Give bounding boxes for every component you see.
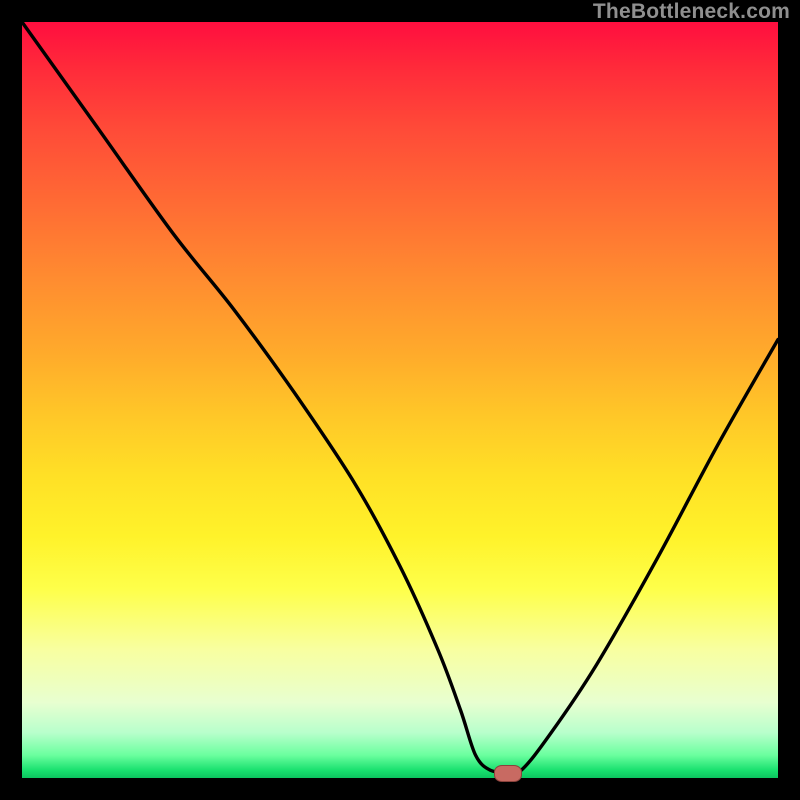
chart-line-layer: [22, 22, 778, 778]
optimal-point-marker: [494, 765, 522, 782]
chart-frame: TheBottleneck.com: [0, 0, 800, 800]
bottleneck-curve: [22, 22, 778, 773]
watermark-text: TheBottleneck.com: [593, 0, 790, 24]
